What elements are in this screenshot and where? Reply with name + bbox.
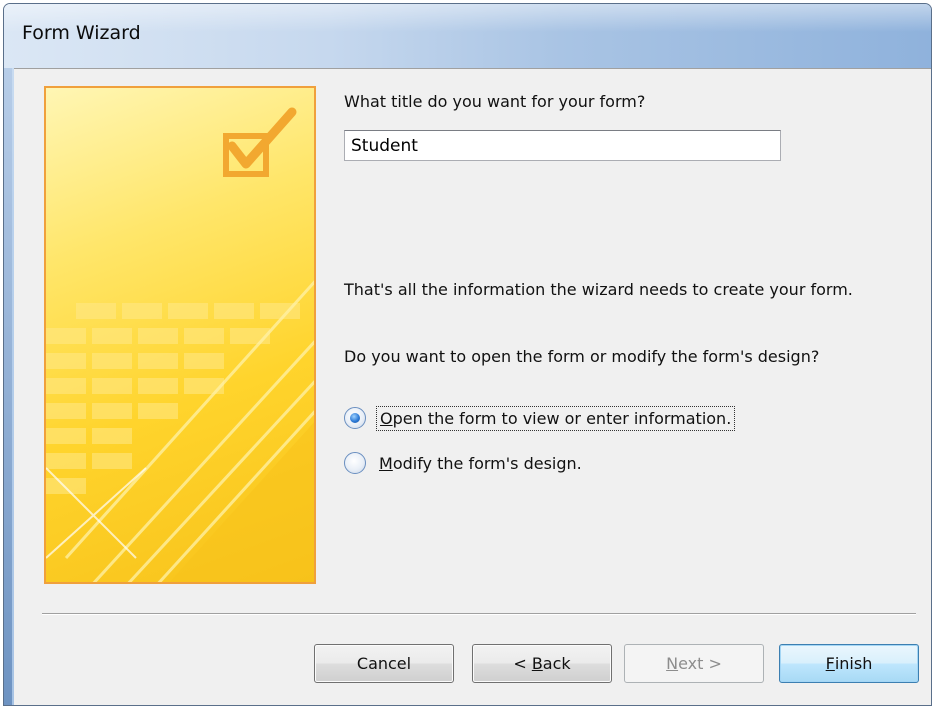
open-or-modify-question: Do you want to open the form or modify t… bbox=[344, 347, 820, 366]
radio-open-form[interactable] bbox=[344, 407, 366, 429]
back-button[interactable]: < Back bbox=[472, 644, 612, 683]
wizard-client-area: What title do you want for your form? Th… bbox=[14, 68, 931, 705]
form-title-prompt: What title do you want for your form? bbox=[344, 92, 646, 111]
form-title-input[interactable] bbox=[344, 130, 781, 161]
option-modify-design[interactable]: Modify the form's design. bbox=[344, 448, 585, 478]
wizard-info-text: That's all the information the wizard ne… bbox=[344, 280, 853, 299]
title-bar[interactable]: Form Wizard bbox=[4, 4, 931, 68]
cancel-button[interactable]: Cancel bbox=[314, 644, 454, 683]
option-modify-design-label[interactable]: Modify the form's design. bbox=[376, 452, 585, 475]
form-wizard-window: Form Wizard What title do you want for y… bbox=[3, 3, 932, 706]
option-open-form[interactable]: Open the form to view or enter informati… bbox=[344, 403, 736, 433]
window-frame-left bbox=[4, 68, 12, 705]
button-separator bbox=[42, 613, 916, 615]
checkbox-check-art-icon bbox=[46, 107, 314, 582]
option-open-form-label[interactable]: Open the form to view or enter informati… bbox=[376, 405, 736, 431]
next-button[interactable]: Next > bbox=[624, 644, 764, 683]
wizard-illustration bbox=[44, 86, 316, 584]
finish-button[interactable]: Finish bbox=[779, 644, 919, 683]
radio-modify-design[interactable] bbox=[344, 452, 366, 474]
window-title: Form Wizard bbox=[22, 22, 141, 44]
